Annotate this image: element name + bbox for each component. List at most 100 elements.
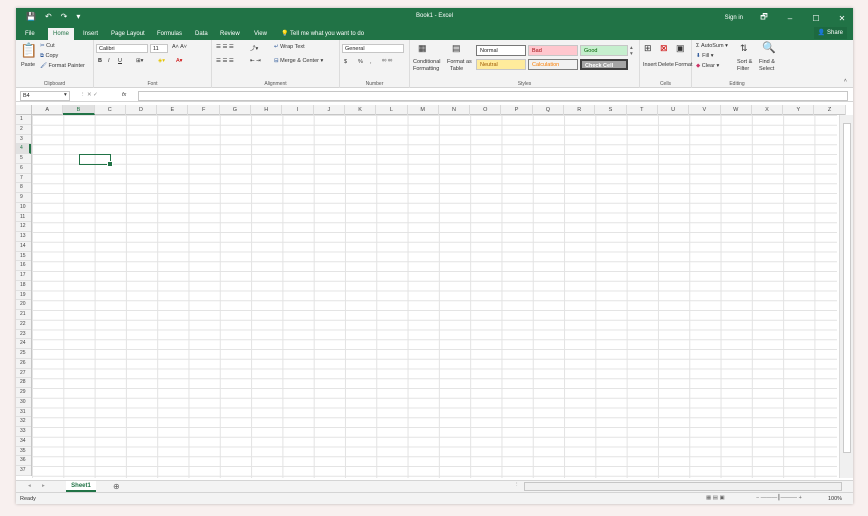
underline-button[interactable]: U — [118, 58, 122, 64]
select-all-button[interactable] — [16, 105, 32, 115]
column-header-v[interactable]: V — [689, 105, 721, 115]
indent-icon[interactable]: ⇤ ⇥ — [250, 58, 261, 64]
styles-scroll-icon[interactable]: ▴ ▾ — [630, 45, 633, 57]
row-header-13[interactable]: 13 — [16, 232, 31, 242]
bold-button[interactable]: B — [98, 58, 102, 64]
horizontal-scrollbar[interactable] — [524, 482, 842, 491]
tab-home[interactable]: Home — [48, 28, 75, 40]
row-header-32[interactable]: 32 — [16, 417, 31, 427]
paste-button[interactable]: Paste — [21, 62, 35, 68]
insert-button[interactable]: Insert — [643, 62, 657, 68]
format-button[interactable]: Format — [675, 62, 692, 68]
sheet-nav-prev-icon[interactable]: ◂ — [28, 483, 31, 489]
row-header-14[interactable]: 14 — [16, 242, 31, 252]
conditional-formatting-label-2[interactable]: Formatting — [413, 66, 439, 72]
column-header-q[interactable]: Q — [533, 105, 565, 115]
font-size-select[interactable]: 11 — [150, 44, 168, 53]
zoom-slider[interactable]: − ———┃——— + — [756, 495, 802, 501]
fill-button[interactable]: ⬇ Fill ▾ — [696, 53, 713, 59]
column-header-n[interactable]: N — [439, 105, 471, 115]
copy-button[interactable]: ⧉ Copy — [40, 53, 58, 60]
row-header-12[interactable]: 12 — [16, 222, 31, 232]
sort-filter-icon[interactable]: ⇅ — [740, 43, 748, 54]
row-header-36[interactable]: 36 — [16, 456, 31, 466]
column-header-b[interactable]: B — [63, 105, 95, 115]
format-cells-icon[interactable]: ▣ — [676, 43, 685, 54]
column-header-u[interactable]: U — [658, 105, 690, 115]
row-header-31[interactable]: 31 — [16, 408, 31, 418]
row-header-16[interactable]: 16 — [16, 261, 31, 271]
new-sheet-icon[interactable]: ⊕ — [113, 482, 120, 491]
orientation-icon[interactable]: ⤴▾ — [250, 44, 258, 52]
top-align-icon[interactable]: ☰ ☰ ☰ — [216, 44, 234, 50]
column-header-k[interactable]: K — [345, 105, 377, 115]
maximize-button[interactable]: ☐ — [811, 14, 821, 23]
currency-button[interactable]: $ — [344, 59, 347, 65]
row-header-3[interactable]: 3 — [16, 135, 31, 145]
row-header-15[interactable]: 15 — [16, 252, 31, 262]
column-header-l[interactable]: L — [376, 105, 408, 115]
row-header-19[interactable]: 19 — [16, 291, 31, 301]
column-header-i[interactable]: I — [282, 105, 314, 115]
sort-filter-label-2[interactable]: Filter — [737, 66, 749, 72]
row-header-37[interactable]: 37 — [16, 466, 31, 476]
grow-font-icon[interactable]: A˄ A˅ — [172, 44, 187, 50]
find-icon[interactable]: 🔍 — [762, 41, 776, 54]
tab-data[interactable]: Data — [190, 28, 213, 40]
sheet-nav-next-icon[interactable]: ▸ — [42, 483, 45, 489]
name-box[interactable]: B4 — [20, 91, 70, 101]
column-header-m[interactable]: M — [408, 105, 439, 115]
row-header-6[interactable]: 6 — [16, 164, 31, 174]
autosum-button[interactable]: Σ AutoSum ▾ — [696, 43, 728, 49]
tab-formulas[interactable]: Formulas — [152, 28, 187, 40]
tab-page-layout[interactable]: Page Layout — [106, 28, 150, 40]
column-header-x[interactable]: X — [752, 105, 784, 115]
row-header-9[interactable]: 9 — [16, 193, 31, 203]
name-box-dropdown-icon[interactable]: ▾ — [64, 92, 67, 98]
row-header-20[interactable]: 20 — [16, 300, 31, 310]
row-header-24[interactable]: 24 — [16, 339, 31, 349]
row-header-22[interactable]: 22 — [16, 320, 31, 330]
column-header-t[interactable]: T — [627, 105, 658, 115]
comma-button[interactable]: , — [370, 59, 372, 65]
row-header-25[interactable]: 25 — [16, 349, 31, 359]
sheet-tab-sheet1[interactable]: Sheet1 — [66, 481, 96, 492]
row-header-8[interactable]: 8 — [16, 183, 31, 193]
collapse-ribbon-icon[interactable]: ˄ — [844, 78, 847, 84]
view-buttons[interactable]: ▦ ▤ ▣ — [706, 495, 725, 501]
column-header-d[interactable]: D — [126, 105, 158, 115]
italic-button[interactable]: I — [108, 58, 110, 64]
style-calculation[interactable]: Calculation — [528, 59, 578, 70]
row-header-1[interactable]: 1 — [16, 115, 31, 125]
fill-color-icon[interactable]: ◈▾ — [158, 58, 165, 64]
column-header-g[interactable]: G — [220, 105, 252, 115]
insert-cells-icon[interactable]: ⊞ — [644, 43, 652, 54]
style-check-cell[interactable]: Check Cell — [580, 59, 628, 70]
row-header-34[interactable]: 34 — [16, 437, 31, 447]
wrap-text-button[interactable]: ↵ Wrap Text — [274, 44, 305, 50]
column-header-c[interactable]: C — [95, 105, 126, 115]
insert-function-button[interactable]: fx — [122, 92, 126, 98]
row-header-7[interactable]: 7 — [16, 174, 31, 184]
tab-insert[interactable]: Insert — [78, 28, 103, 40]
sort-filter-label-1[interactable]: Sort & — [737, 59, 752, 65]
percent-button[interactable]: % — [358, 59, 363, 65]
row-header-18[interactable]: 18 — [16, 281, 31, 291]
close-button[interactable]: ✕ — [837, 14, 847, 23]
row-header-5[interactable]: 5 — [16, 154, 31, 164]
number-format-select[interactable]: General — [342, 44, 404, 53]
cell-area[interactable] — [32, 115, 837, 478]
tab-split-handle[interactable]: ⋮ — [514, 482, 520, 488]
align-left-icon[interactable]: ☰ ☰ ☰ — [216, 58, 234, 64]
row-header-27[interactable]: 27 — [16, 369, 31, 379]
row-header-33[interactable]: 33 — [16, 427, 31, 437]
style-bad[interactable]: Bad — [528, 45, 578, 56]
formula-input[interactable] — [138, 91, 848, 101]
vertical-scrollbar[interactable] — [839, 115, 853, 478]
minimize-button[interactable]: – — [785, 14, 795, 23]
row-header-21[interactable]: 21 — [16, 310, 31, 320]
column-header-f[interactable]: F — [188, 105, 220, 115]
column-header-o[interactable]: O — [470, 105, 502, 115]
decimal-icon[interactable]: ⁰⁰ ⁰⁰ — [382, 59, 392, 65]
style-neutral[interactable]: Neutral — [476, 59, 526, 70]
